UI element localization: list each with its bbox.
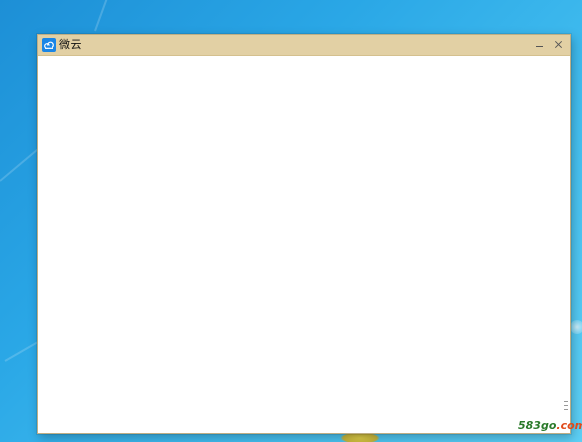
cloud-icon [42,38,56,52]
wallpaper-streak [94,0,110,32]
window-title: 微云 [59,38,82,51]
wallpaper-flare [570,320,582,334]
app-window: 微云 [37,34,571,434]
close-icon[interactable] [551,37,567,53]
watermark-name: 583go [518,419,557,432]
watermark-domain: .com [556,419,582,432]
watermark: 583go.com [518,419,582,432]
title-bar[interactable]: 微云 [38,35,570,56]
minimize-icon[interactable] [532,37,548,53]
resize-grip-icon[interactable] [564,401,568,415]
window-content [38,56,570,433]
